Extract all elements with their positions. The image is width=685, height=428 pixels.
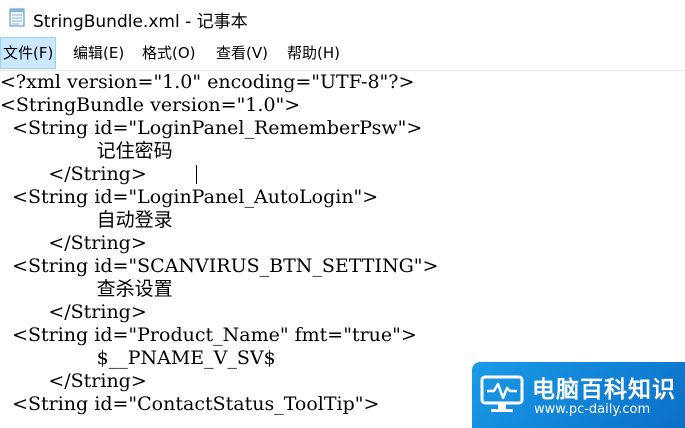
watermark-url: www.pc-daily.com — [534, 402, 651, 417]
menu-format[interactable]: 格式(O) — [140, 38, 198, 68]
editor-line: </String> — [0, 370, 147, 392]
menu-bar: 文件(F) 编辑(E) 格式(O) 查看(V) 帮助(H) — [0, 37, 685, 69]
monitor-pulse-icon — [480, 375, 524, 412]
notepad-icon — [9, 8, 25, 27]
notepad-window: StringBundle.xml - 记事本 文件(F) 编辑(E) 格式(O)… — [0, 0, 685, 428]
editor-line: $__PNAME_V_SV$ — [0, 347, 276, 369]
editor-line: <?xml version="1.0" encoding="UTF-8"?> — [0, 71, 415, 93]
editor-line: <String id="SCANVIRUS_BTN_SETTING"> — [0, 255, 439, 277]
editor-line: 查杀设置 — [0, 278, 173, 300]
title-bar[interactable]: StringBundle.xml - 记事本 — [0, 0, 685, 36]
watermark-title: 电脑百科知识 — [532, 377, 676, 403]
editor-line: 自动登录 — [0, 209, 173, 231]
editor-line: <String id="LoginPanel_AutoLogin"> — [0, 186, 379, 208]
editor-line: </String> — [0, 301, 147, 323]
window-title: StringBundle.xml - 记事本 — [33, 12, 248, 32]
editor-line: <String id="ContactStatus_ToolTip"> — [0, 393, 380, 415]
editor-line: </String> — [0, 232, 147, 254]
editor-line: <String id="LoginPanel_RememberPsw"> — [0, 117, 423, 139]
editor-line: <String id="Product_Name" fmt="true"> — [0, 324, 417, 346]
editor-line: <StringBundle version="1.0"> — [0, 94, 301, 116]
editor-line: </String> — [0, 163, 147, 185]
menu-view[interactable]: 查看(V) — [214, 38, 270, 68]
menu-file[interactable]: 文件(F) — [0, 37, 57, 69]
editor-line: 记住密码 — [0, 140, 173, 162]
text-caret — [196, 165, 197, 184]
menu-help[interactable]: 帮助(H) — [285, 38, 342, 68]
menu-edit[interactable]: 编辑(E) — [71, 38, 126, 68]
watermark-badge: 电脑百科知识 www.pc-daily.com — [472, 362, 685, 428]
